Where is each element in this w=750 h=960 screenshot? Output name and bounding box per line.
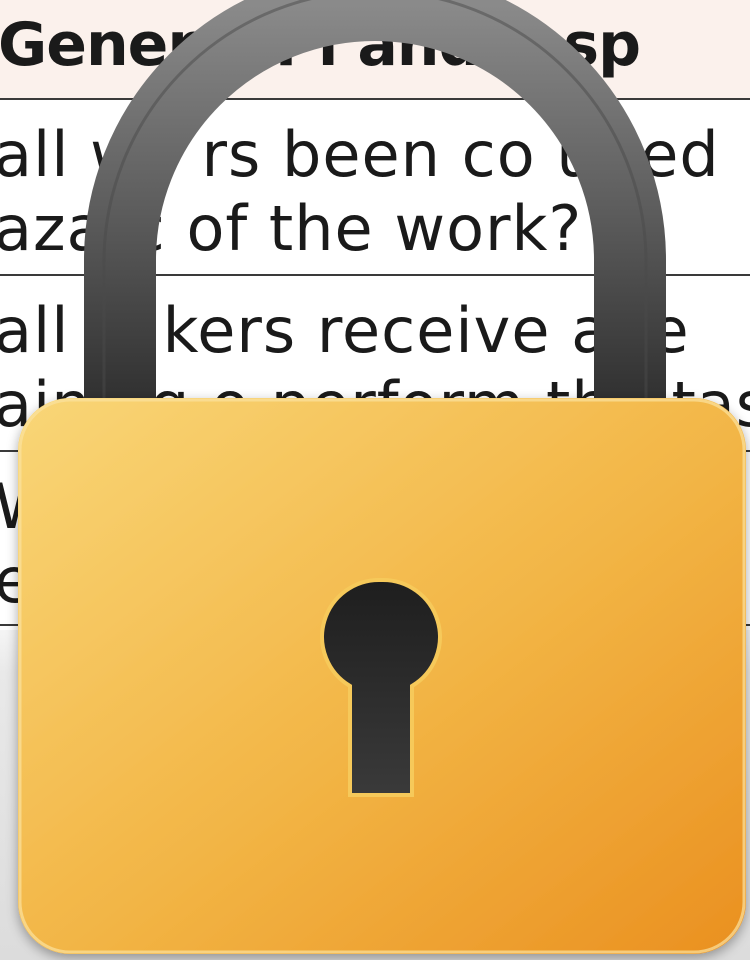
- padlock-shackle: [84, 0, 666, 420]
- locked-preview: General Pl and Insp all wo rs been co ul…: [0, 0, 750, 960]
- padlock-icon: [0, 0, 750, 960]
